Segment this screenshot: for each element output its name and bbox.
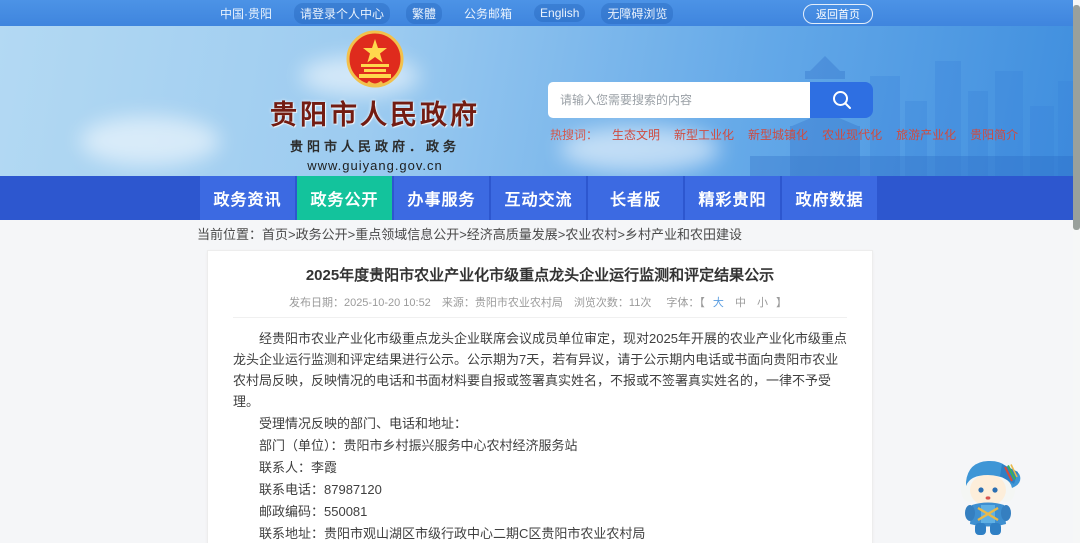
breadcrumb: 当前位置：首页>政务公开>重点领域信息公开>经济高质量发展>农业农村>乡村产业和… (197, 220, 742, 250)
page: 中国·贵阳请登录个人中心繁體公务邮箱 English 无障碍浏览 返回首页 (0, 0, 1080, 543)
site-subtitle: 贵阳市人民政府．政务 (289, 139, 460, 154)
cloud-decoration (80, 116, 220, 166)
hot-search-word[interactable]: 生态文明 (612, 126, 660, 143)
article-meta: 发布日期：2025-10-20 10:52 来源：贵阳市农业农村局 浏览次数：1… (233, 294, 847, 310)
article-paragraph: 联系人：李霞 (259, 460, 338, 475)
top-utility-bar: 中国·贵阳 请登录个人中心 繁體 公务邮箱 English 无障碍浏览 返回首页 (0, 0, 1080, 26)
article-paragraph: 受理情况反映的部门、电话和地址： (259, 416, 468, 431)
topbar-item[interactable]: 中国·贵阳 (214, 3, 278, 24)
search-button[interactable] (810, 82, 873, 118)
topbar-item[interactable]: 请登录个人中心 (294, 2, 391, 24)
topbar-item[interactable]: 繁體 (406, 2, 443, 24)
article-card: 2025年度贵阳市农业产业化市级重点龙头企业运行监测和评定结果公示 发布日期：2… (207, 250, 873, 543)
article-title: 2025年度贵阳市农业产业化市级重点龙头企业运行监测和评定结果公示 (305, 267, 775, 284)
article-paragraph: 联系电话：87987120 (259, 482, 382, 497)
publish-date: 发布日期：2025-10-20 10:52 (288, 297, 431, 309)
national-emblem-icon (346, 30, 404, 88)
mascot-assistant[interactable] (948, 452, 1028, 542)
nav-item-长者版[interactable]: 长者版 (588, 176, 683, 220)
nav-items: 政务资讯 政务公开 办事服务 互动交流 长者版 精彩贵阳 政府数据 (200, 176, 877, 220)
font-size-small[interactable]: 小 (757, 297, 768, 309)
font-size-bracket: 】 (776, 297, 788, 309)
topbar-item[interactable]: 公务邮箱 (458, 3, 518, 24)
article-paragraph: 联系地址：贵阳市观山湖区市级行政中心二期C区贵阳市农业农村局 (259, 526, 646, 541)
hot-search-word[interactable]: 旅游产业化 (896, 126, 956, 143)
nav-item-政务资讯[interactable]: 政务资讯 (200, 176, 295, 220)
topbar-items: 中国·贵阳 请登录个人中心 繁體 公务邮箱 English 无障碍浏览 (214, 2, 674, 24)
hot-search-word[interactable]: 贵阳简介 (970, 126, 1018, 143)
scrollbar-track[interactable] (1073, 0, 1080, 543)
site-url: www.guiyang.gov.cn (307, 158, 443, 173)
nav-item-互动交流[interactable]: 互动交流 (491, 176, 586, 220)
breadcrumb-label: 当前位置： (197, 227, 263, 242)
article-body: 经贵阳市农业产业化市级重点龙头企业联席会议成员单位审定，现对2025年开展的农业… (233, 328, 847, 543)
hot-search-word[interactable]: 农业现代化 (822, 126, 882, 143)
article-source: 来源：贵阳市农业农村局 (441, 297, 563, 309)
article-paragraph: 邮政编码：550081 (259, 504, 368, 519)
site-logo-block: 贵阳市人民政府 贵阳市人民政府．政务 www.guiyang.gov.cn (215, 30, 535, 173)
hot-search-words: 热搜词： 生态文明 新型工业化 新型城镇化 农业现代化 旅游产业化 贵阳简介 (550, 126, 1018, 143)
topbar-item[interactable]: 无障碍浏览 (601, 2, 674, 24)
font-size-label: 字体：【 (666, 297, 705, 309)
search-input[interactable] (548, 82, 810, 118)
return-home-button[interactable]: 返回首页 (803, 4, 873, 24)
hot-search-label: 热搜词： (550, 128, 599, 142)
breadcrumb-path[interactable]: 首页>政务公开>重点领域信息公开>经济高质量发展>农业农村>乡村产业和农田建设 (262, 227, 742, 242)
scrollbar-thumb[interactable] (1073, 5, 1080, 230)
main-nav: 政务资讯 政务公开 办事服务 互动交流 长者版 精彩贵阳 政府数据 (0, 176, 1080, 220)
view-count: 浏览次数：11次 (573, 297, 652, 309)
meta-divider (233, 317, 847, 318)
hot-search-word[interactable]: 新型工业化 (674, 126, 734, 143)
site-header: 贵阳市人民政府 贵阳市人民政府．政务 www.guiyang.gov.cn 热搜… (0, 26, 1080, 176)
font-size-large[interactable]: 大 (713, 297, 724, 309)
search-icon (832, 91, 851, 109)
nav-item-精彩贵阳[interactable]: 精彩贵阳 (685, 176, 780, 220)
nav-item-政务公开[interactable]: 政务公开 (297, 176, 392, 220)
site-title: 贵阳市人民政府 (270, 100, 480, 130)
search-bar (548, 82, 873, 118)
article-paragraph: 经贵阳市农业产业化市级重点龙头企业联席会议成员单位审定，现对2025年开展的农业… (233, 331, 847, 409)
hot-search-word[interactable]: 新型城镇化 (748, 126, 808, 143)
font-size-control: 字体：【大 中 小】 (662, 297, 791, 309)
nav-item-办事服务[interactable]: 办事服务 (394, 176, 489, 220)
topbar-item[interactable]: English (534, 4, 586, 22)
font-size-medium[interactable]: 中 (735, 297, 746, 309)
article-paragraph: 部门（单位）：贵阳市乡村振兴服务中心农村经济服务站 (259, 438, 578, 453)
nav-item-政府数据[interactable]: 政府数据 (782, 176, 877, 220)
